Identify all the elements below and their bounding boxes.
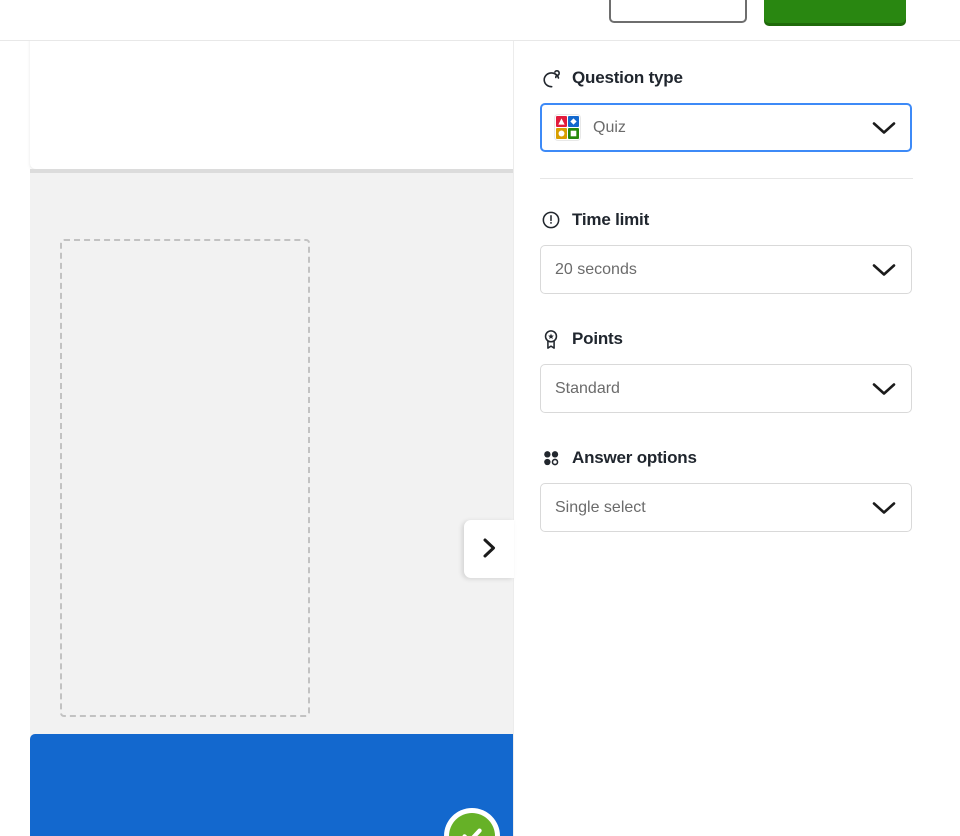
time-limit-select[interactable]: 20 seconds [540,245,912,294]
answer-options-select-value: Single select [555,498,646,516]
points-select[interactable]: Standard [540,364,912,413]
quiz-grid-icon [555,115,580,140]
section-time-limit-header: Time limit [540,209,922,231]
question-bubble-icon [540,67,562,89]
section-question-type-header: Question type [540,67,922,89]
section-points: Points Standard [540,328,922,413]
section-points-header: Points [540,328,922,350]
section-answer-options-title: Answer options [572,448,697,467]
clock-icon [540,209,562,231]
chevron-down-icon [871,381,897,397]
chevron-right-icon [479,537,499,562]
settings-divider [540,178,913,179]
section-question-type: Question type Quiz [540,67,922,152]
canvas-top-edge [30,169,513,173]
collapse-panel-handle[interactable] [464,520,514,578]
question-editor-pane [0,41,513,836]
section-points-title: Points [572,329,623,348]
question-settings-panel: Question type Quiz Time limit 20 seconds… [513,41,960,836]
answer-tile-1[interactable] [30,734,513,836]
question-title-card[interactable] [30,41,513,169]
chevron-down-icon [871,500,897,516]
points-select-value: Standard [555,379,620,397]
section-time-limit: Time limit 20 seconds [540,209,922,294]
chevron-down-icon [871,120,897,136]
top-toolbar [0,0,960,41]
check-circle-icon [449,813,495,836]
question-media-canvas [30,169,513,739]
question-editor-screen: Question type Quiz Time limit 20 seconds… [0,0,960,836]
section-answer-options-header: Answer options [540,447,922,469]
primary-action-button[interactable] [764,0,906,23]
chevron-down-icon [871,262,897,278]
question-type-select[interactable]: Quiz [540,103,912,152]
section-answer-options: Answer options Single select [540,447,922,532]
answer-correct-toggle[interactable] [444,808,500,836]
top-toolbar-actions [609,0,960,41]
time-limit-select-value: 20 seconds [555,260,637,278]
four-dots-icon [540,447,562,469]
secondary-action-button[interactable] [609,0,747,23]
medal-icon [540,328,562,350]
question-type-select-value: Quiz [593,118,626,136]
answer-options-select[interactable]: Single select [540,483,912,532]
section-question-type-title: Question type [572,68,683,87]
section-time-limit-title: Time limit [572,210,650,229]
media-drop-zone[interactable] [60,239,310,717]
